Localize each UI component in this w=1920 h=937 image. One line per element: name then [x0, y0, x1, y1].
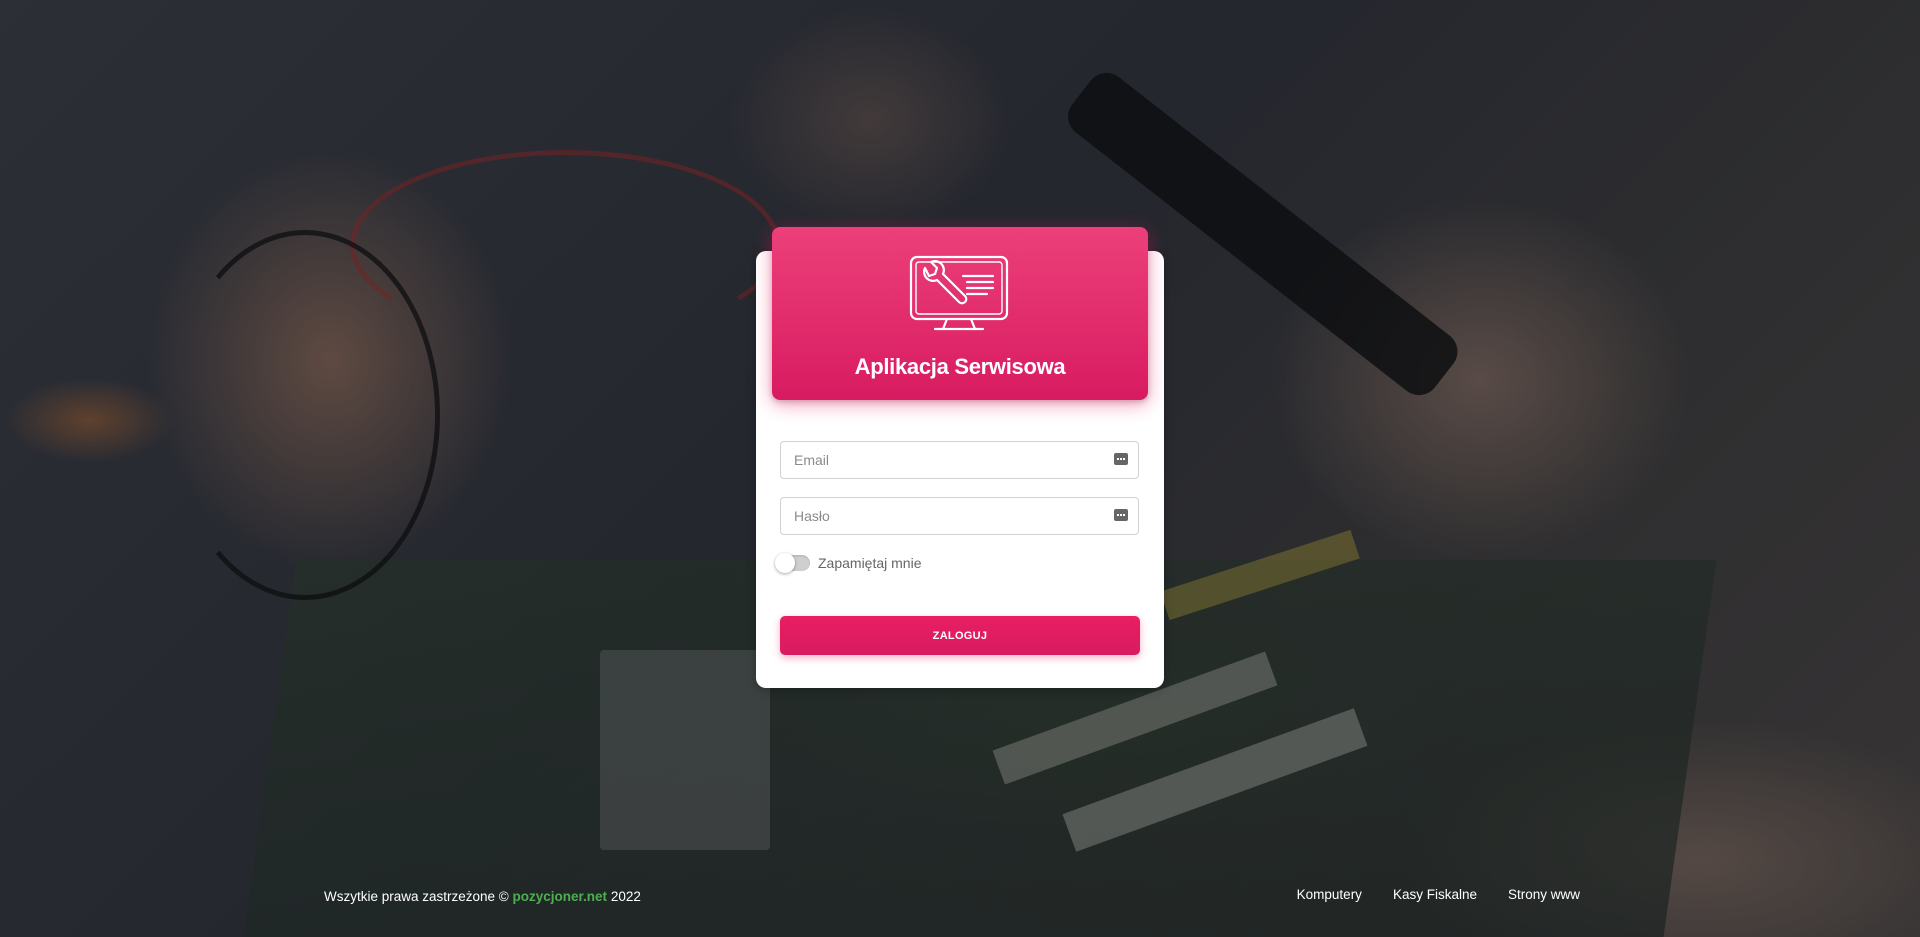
- footer-copyright: Wszytkie prawa zastrzeżone © pozycjoner.…: [324, 889, 641, 904]
- toggle-knob: [775, 553, 795, 573]
- email-field[interactable]: [780, 441, 1139, 479]
- login-card-header: Aplikacja Serwisowa: [772, 227, 1148, 400]
- footer-nav: Komputery Kasy Fiskalne Strony www: [1266, 887, 1580, 902]
- password-manager-icon[interactable]: [1114, 509, 1128, 521]
- remember-me-toggle[interactable]: Zapamiętaj mnie: [775, 553, 922, 573]
- login-page: Aplikacja Serwisowa Zapamiętaj mnie ZALO…: [0, 0, 1920, 937]
- footer-link-strony-www[interactable]: Strony www: [1508, 887, 1580, 902]
- login-button[interactable]: ZALOGUJ: [780, 616, 1140, 655]
- footer-link-kasy-fiskalne[interactable]: Kasy Fiskalne: [1393, 887, 1477, 902]
- password-manager-icon[interactable]: [1114, 453, 1128, 465]
- copyright-year: 2022: [610, 889, 641, 904]
- copyright-text: Wszytkie prawa zastrzeżone ©: [324, 889, 509, 904]
- remember-me-label[interactable]: Zapamiętaj mnie: [818, 555, 922, 571]
- footer-link-komputery[interactable]: Komputery: [1297, 887, 1362, 902]
- computer-repair-wrench-icon: [909, 255, 1009, 331]
- brand-link[interactable]: pozycjoner.net: [513, 889, 608, 904]
- password-input[interactable]: [781, 498, 1094, 534]
- toggle-switch[interactable]: [775, 553, 810, 573]
- password-field[interactable]: [780, 497, 1139, 535]
- email-input[interactable]: [781, 442, 1094, 478]
- app-title: Aplikacja Serwisowa: [854, 354, 1066, 379]
